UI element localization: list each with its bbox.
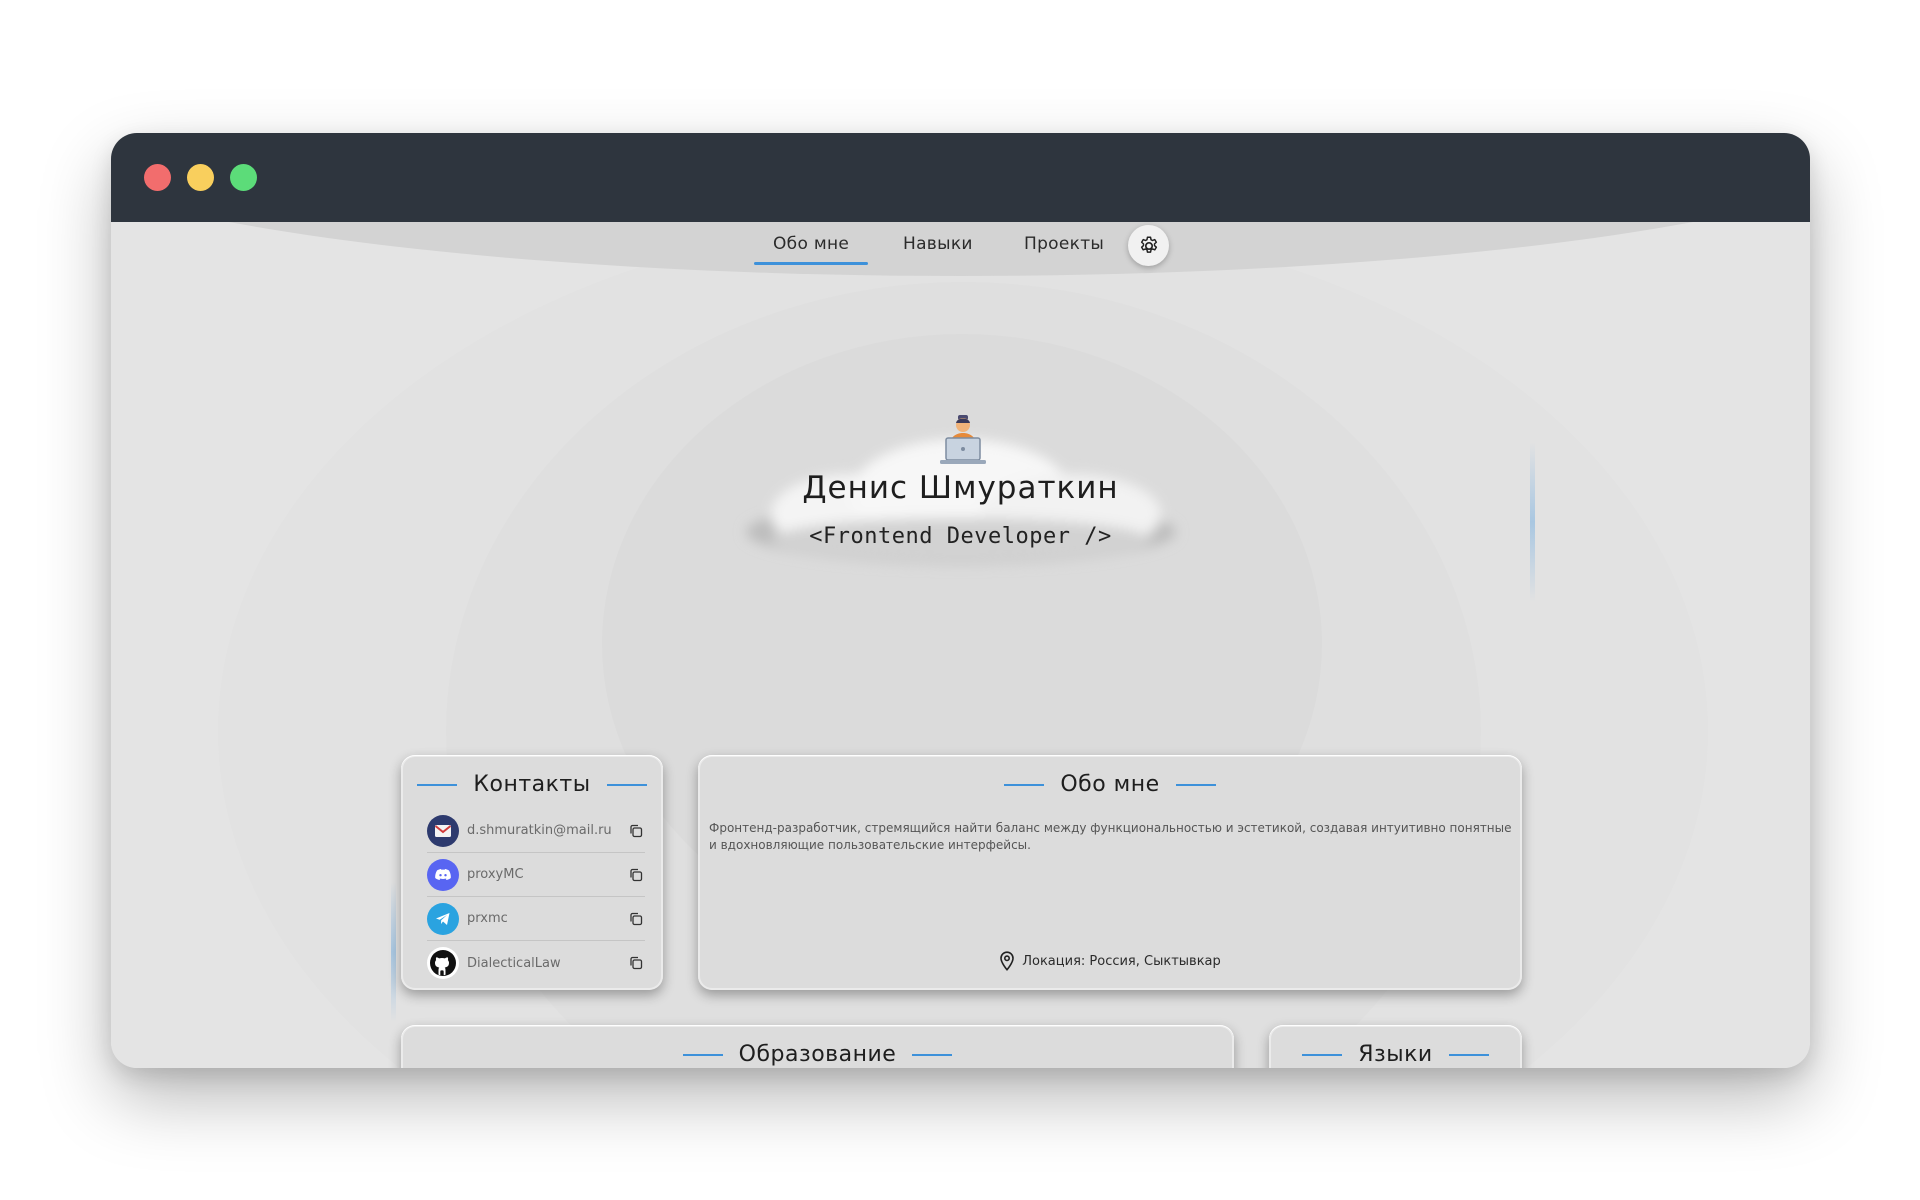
browser-window: Обо мне Навыки Проекты Денис Шмураткин <… — [111, 133, 1810, 1068]
tab-about[interactable]: Обо мне — [753, 234, 869, 265]
minimize-window-button[interactable] — [187, 164, 214, 191]
title-line-left — [682, 1053, 723, 1056]
discord-icon — [427, 858, 459, 891]
maximize-window-button[interactable] — [230, 164, 257, 191]
education-title: Образование — [401, 1042, 1234, 1067]
contact-row-telegram: prxmc — [427, 897, 645, 941]
hero-role: <Frontend Developer /> — [809, 524, 1112, 549]
contacts-card: Контакты d.shmuratkin@mail.ru proxyMC pr… — [401, 755, 663, 990]
decorative-light-streak — [1530, 442, 1535, 602]
title-line-right — [1448, 1053, 1489, 1056]
window-titlebar — [111, 133, 1810, 222]
contacts-title: Контакты — [401, 772, 663, 797]
contact-telegram-text: prxmc — [467, 911, 508, 926]
about-title: Обо мне — [698, 772, 1522, 797]
languages-title: Языки — [1269, 1042, 1522, 1067]
location: Локация: Россия, Сыктывкар — [698, 951, 1522, 971]
mail-icon — [427, 814, 459, 847]
gear-icon — [1140, 236, 1157, 253]
hero-name: Денис Шмураткин — [802, 470, 1119, 506]
copy-icon[interactable] — [627, 822, 645, 840]
about-card: Обо мне Фронтенд-разработчик, стремящийс… — [698, 755, 1522, 990]
title-line-left — [1302, 1053, 1343, 1056]
contact-row-email: d.shmuratkin@mail.ru — [427, 809, 645, 853]
languages-card: Языки — [1269, 1025, 1522, 1068]
settings-button[interactable] — [1128, 225, 1169, 266]
title-line-right — [912, 1053, 953, 1056]
education-title-text: Образование — [738, 1042, 897, 1067]
languages-title-text: Языки — [1358, 1042, 1433, 1067]
title-line-left — [1004, 783, 1045, 786]
contacts-title-text: Контакты — [473, 772, 591, 797]
tab-skills[interactable]: Навыки — [903, 234, 973, 264]
title-line-right — [606, 783, 647, 786]
contact-row-discord: proxyMC — [427, 853, 645, 897]
about-title-text: Обо мне — [1060, 772, 1160, 797]
contact-github-text: DialecticalLaw — [467, 955, 561, 971]
screenshot-stage: Обо мне Навыки Проекты Денис Шмураткин <… — [0, 0, 1920, 1200]
contact-row-github: DialecticalLaw — [427, 941, 645, 985]
copy-icon[interactable] — [627, 954, 645, 972]
telegram-icon — [427, 902, 459, 935]
about-description: Фронтенд-разработчик, стремящийся найти … — [709, 821, 1512, 852]
contact-email-text: d.shmuratkin@mail.ru — [467, 823, 612, 838]
github-icon — [427, 947, 459, 979]
location-text: Локация: Россия, Сыктывкар — [1022, 953, 1221, 969]
tab-projects[interactable]: Проекты — [1024, 234, 1104, 264]
developer-avatar-icon — [940, 415, 986, 464]
title-line-right — [1175, 783, 1216, 786]
close-window-button[interactable] — [144, 164, 171, 191]
copy-icon[interactable] — [627, 910, 645, 928]
page-content: Обо мне Навыки Проекты Денис Шмураткин <… — [111, 222, 1810, 1068]
location-pin-icon — [1000, 951, 1015, 971]
copy-icon[interactable] — [627, 866, 645, 884]
main-nav: Обо мне Навыки Проекты — [111, 222, 1810, 276]
decorative-light-streak — [391, 882, 396, 1022]
education-card: Образование — [401, 1025, 1234, 1068]
title-line-left — [417, 783, 458, 786]
contact-discord-text: proxyMC — [467, 867, 524, 882]
